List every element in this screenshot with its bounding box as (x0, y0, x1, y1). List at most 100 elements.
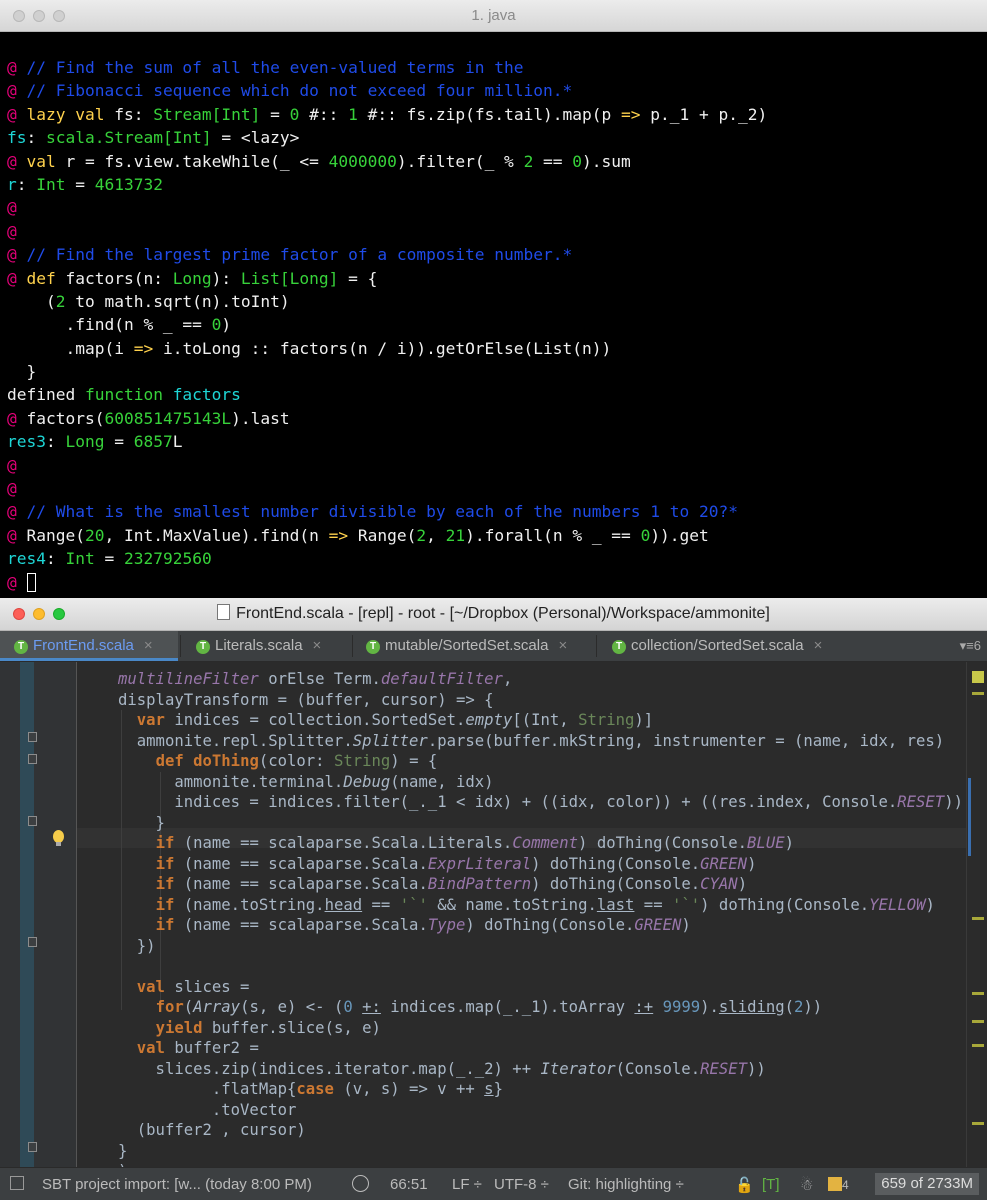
lock-icon[interactable]: 🔓 (735, 1176, 754, 1194)
lightbulb-icon[interactable] (53, 830, 64, 846)
warning-marker[interactable] (972, 692, 984, 695)
terminal-line: .find(n % _ == 0) (7, 313, 987, 336)
tool-windows-icon[interactable] (10, 1176, 24, 1190)
warning-marker[interactable] (972, 1020, 984, 1023)
terminal-text: : (45, 432, 66, 452)
terminal-text: .map(i (7, 338, 134, 358)
tab-mutable-sortedset-scala[interactable]: Tmutable/SortedSet.scala × (366, 631, 596, 661)
warning-marker[interactable] (972, 1044, 984, 1047)
code-line: if (name == scalaparse.Scala.BindPattern… (118, 874, 963, 895)
code-token: head (324, 895, 363, 914)
warning-marker[interactable] (972, 917, 984, 920)
line-gutter[interactable] (34, 662, 77, 1167)
terminal-text: = (260, 104, 290, 124)
terminal-text: // What is the smallest number divisible… (26, 502, 738, 522)
memory-indicator[interactable]: 659 of 2733M (875, 1173, 979, 1195)
file-type-badge[interactable]: [T] (762, 1176, 780, 1193)
terminal-text: def (26, 268, 66, 288)
tab-literals-scala[interactable]: T Literals.scala × (196, 631, 356, 661)
background-task-status[interactable]: SBT project import: [w... (today 8:00 PM… (42, 1176, 312, 1193)
code-token: Iterator (540, 1059, 616, 1078)
fold-marker[interactable] (28, 1142, 37, 1152)
warning-marker[interactable] (972, 992, 984, 995)
code-token: ) (747, 854, 757, 873)
file-encoding[interactable]: UTF-8 ÷ (494, 1176, 549, 1193)
code-line: if (name == scalaparse.Scala.ExprLiteral… (118, 854, 963, 875)
prompt-symbol: @ (7, 525, 27, 545)
git-branch[interactable]: Git: highlighting ÷ (568, 1176, 684, 1193)
terminal-text: #:: (299, 104, 349, 124)
scala-trait-icon: T (14, 640, 28, 654)
fold-marker[interactable] (28, 937, 37, 947)
prompt-symbol: @ (7, 151, 27, 171)
code-token: '`' (399, 895, 428, 914)
code-token: } (118, 813, 165, 832)
warning-marker[interactable] (972, 1122, 984, 1125)
prompt-symbol: @ (7, 502, 27, 522)
terminal-line: .map(i => i.toLong :: factors(n / i)).ge… (7, 337, 987, 360)
terminal-line: @ (7, 220, 987, 243)
terminal-line: @ (7, 477, 987, 500)
terminal-text: = (65, 174, 95, 194)
prompt-symbol: @ (7, 455, 17, 475)
code-line: (buffer2 , cursor) (118, 1120, 963, 1141)
code-token: )] (634, 711, 654, 729)
code-line: if (name.toString.head == '`' && name.to… (118, 895, 963, 916)
caret-position[interactable]: 66:51 (390, 1176, 428, 1193)
fold-marker[interactable] (28, 732, 37, 742)
code-token: )) (747, 1059, 766, 1078)
code-token: ammonite.repl.Splitter. (118, 731, 353, 750)
terminal-line: @ Range(20, Int.MaxValue).find(n => Rang… (7, 524, 987, 547)
code-token: )) (803, 998, 823, 1016)
hector-icon[interactable]: ☃ (800, 1176, 813, 1194)
code-line: indices = indices.filter(_._1 < idx) + (… (118, 792, 963, 813)
event-log-icon[interactable]: 4 (828, 1176, 849, 1193)
code-token: displayTransform = (buffer, cursor) => { (118, 690, 494, 709)
code-content[interactable]: multilineFilter orElse Term.defaultFilte… (118, 669, 963, 1167)
tabs-overflow-button[interactable]: ▾≡6 (960, 638, 981, 654)
prompt-symbol: @ (7, 408, 27, 428)
terminal-output[interactable]: @ // Find the sum of all the even-valued… (7, 56, 987, 594)
code-token: [(Int, (512, 711, 579, 729)
code-editor[interactable]: multilineFilter orElse Term.defaultFilte… (0, 662, 987, 1167)
code-token: (name == scalaparse.Scala.Literals. (183, 834, 513, 852)
code-line: ammonite.terminal.Debug(name, idx) (118, 772, 963, 793)
terminal-line: @ // Fibonacci sequence which do not exc… (7, 79, 987, 102)
terminal-text: Stream[Int] (153, 104, 261, 124)
terminal-text: lazy val (26, 104, 115, 124)
code-token: ) doThing(Console. (700, 895, 870, 914)
tab-frontend-scala[interactable]: T FrontEnd.scala × (0, 631, 178, 661)
terminal-text: r (7, 174, 17, 194)
inspection-status-icon[interactable] (972, 671, 984, 683)
code-token: 9999 (662, 998, 701, 1016)
vertical-scrollbar[interactable] (968, 778, 971, 856)
fold-marker[interactable] (28, 754, 37, 764)
code-line: .flatMap{case (v, s) => v ++ s} (118, 1079, 963, 1100)
code-token: case (296, 1080, 344, 1098)
close-tab-icon[interactable]: × (814, 637, 823, 654)
terminal-text: 20 (84, 525, 105, 545)
fold-marker[interactable] (28, 816, 37, 826)
terminal-text: p._1 + p._2) (640, 104, 768, 124)
close-tab-icon[interactable]: × (144, 637, 153, 654)
code-token: var (136, 711, 175, 729)
terminal-text: defined (7, 385, 85, 405)
code-token: indices = collection.SortedSet. (174, 711, 466, 729)
terminal-text: Int (65, 549, 95, 569)
prompt-symbol: @ (7, 572, 27, 592)
code-token: if (155, 834, 184, 852)
terminal-text: function (84, 385, 173, 405)
terminal-text: to math.sqrt(n).toInt) (65, 291, 290, 311)
terminal-text: 1 (348, 104, 358, 124)
ide-titlebar: FrontEnd.scala - [repl] - root - [~/Drop… (0, 598, 987, 631)
terminal-text: 4000000 (328, 151, 397, 171)
line-separator[interactable]: LF ÷ (452, 1176, 482, 1193)
tab-collection-sortedset-scala[interactable]: Tcollection/SortedSet.scala × (612, 631, 852, 661)
close-tab-icon[interactable]: × (313, 637, 322, 654)
close-tab-icon[interactable]: × (558, 637, 567, 654)
terminal-text: Range( (348, 525, 417, 545)
progress-icon[interactable] (352, 1175, 369, 1192)
